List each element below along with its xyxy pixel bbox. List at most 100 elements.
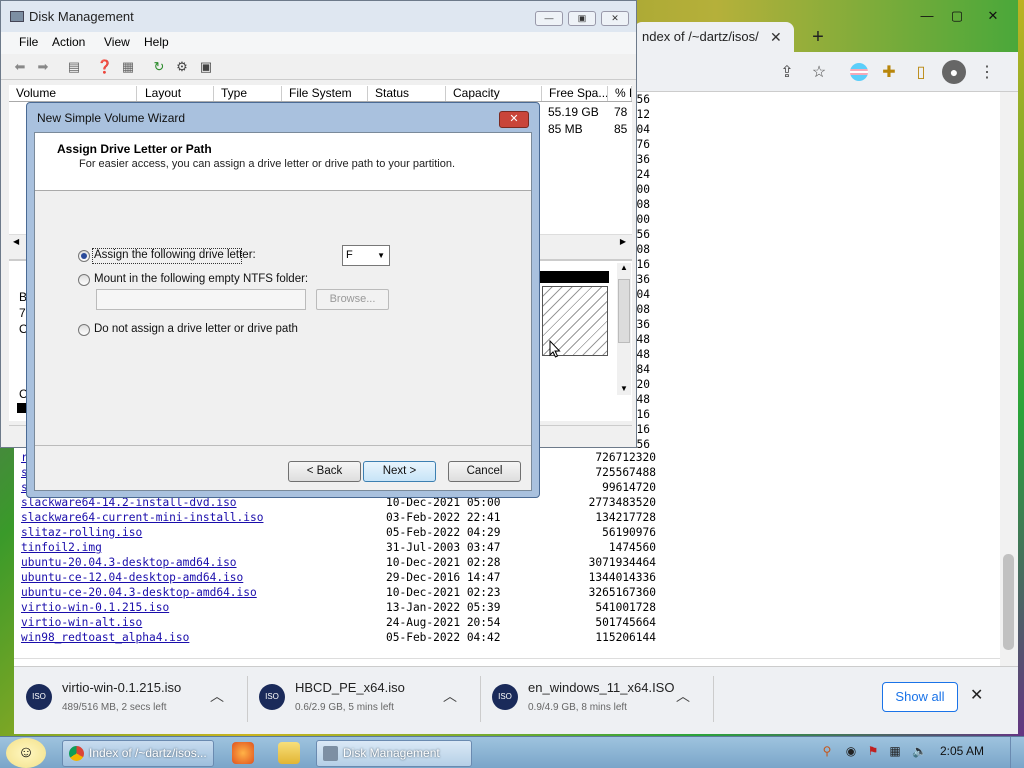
network-icon[interactable]: ▦	[888, 744, 902, 758]
clock[interactable]: 2:05 AM	[940, 744, 984, 758]
mount-folder-radio[interactable]	[78, 274, 90, 286]
close-button[interactable]: ✕	[601, 11, 629, 26]
chrome-minimize-button[interactable]: —	[914, 8, 940, 24]
file-link[interactable]: ubuntu-ce-12.04-desktop-amd64.iso	[21, 571, 243, 584]
no-letter-radio[interactable]	[78, 324, 90, 336]
no-letter-label[interactable]: Do not assign a drive letter or drive pa…	[94, 323, 298, 335]
file-link[interactable]: ubuntu-20.04.3-desktop-amd64.iso	[21, 556, 237, 569]
mouse-cursor-icon	[549, 340, 561, 358]
folder-icon[interactable]	[278, 742, 300, 764]
refresh-icon[interactable]: ↻	[150, 58, 168, 76]
search-icon[interactable]: ⚲	[820, 744, 834, 758]
drive-letter-select[interactable]: F ▼	[342, 245, 390, 266]
file-link[interactable]: win98_redtoast_alpha4.iso	[21, 631, 189, 644]
tab-title: ndex of /~dartz/isos/	[642, 29, 759, 44]
ntfs-folder-input[interactable]	[96, 289, 306, 310]
column-status[interactable]: Status	[368, 86, 446, 101]
back-arrow-icon[interactable]: ⬅	[11, 58, 29, 76]
scroll-right-icon[interactable]: ▶	[620, 237, 626, 246]
maximize-button[interactable]: ▣	[568, 11, 596, 26]
download-item[interactable]: ISO virtio-win-0.1.215.iso 489/516 MB, 2 s…	[14, 674, 244, 722]
tab-close-icon[interactable]: ✕	[770, 22, 790, 52]
assign-letter-label[interactable]: Assign the following drive letter:	[94, 249, 256, 261]
start-button[interactable]: ☺	[6, 738, 46, 768]
disk-management-app-icon	[10, 11, 24, 22]
taskbar-disk-management-button[interactable]: Disk Management	[316, 740, 472, 767]
next-button[interactable]: Next >	[363, 461, 436, 482]
properties-icon[interactable]: ▦	[119, 58, 137, 76]
flag-icon[interactable]	[850, 63, 868, 81]
chevron-up-icon[interactable]: ︿	[210, 686, 224, 706]
menu-view[interactable]: View	[104, 35, 130, 49]
listing-row: ubuntu-ce-12.04-desktop-amd64.iso 29-Dec-…	[21, 570, 656, 585]
column-type[interactable]: Type	[214, 86, 282, 101]
taskbar-chrome-button[interactable]: Index of /~dartz/isos...	[62, 740, 214, 767]
settings-icon[interactable]: ⚙	[173, 58, 191, 76]
disk-view-scroll-thumb[interactable]	[618, 279, 630, 343]
volume-free-space: 55.19 GB	[548, 105, 599, 119]
file-date: 13-Jan-2022 05:39	[386, 601, 501, 614]
column-volume[interactable]: Volume	[9, 86, 137, 101]
show-desktop-button[interactable]	[1010, 737, 1024, 768]
cancel-button[interactable]: Cancel	[448, 461, 521, 482]
menu-bar: File Action View Help	[1, 32, 636, 54]
volume-icon[interactable]: 🔈	[912, 744, 927, 758]
share-icon[interactable]: ⇪	[776, 62, 798, 84]
page-scrollbar-thumb[interactable]	[1003, 554, 1014, 650]
console-tree-icon[interactable]: ▤	[65, 58, 83, 76]
extensions-icon[interactable]: ✚	[878, 62, 900, 84]
profile-icon[interactable]: ●	[942, 60, 966, 84]
new-tab-button[interactable]: +	[806, 22, 830, 52]
file-link[interactable]: virtio-win-alt.iso	[21, 616, 142, 629]
scroll-down-icon[interactable]: ▼	[620, 384, 628, 393]
close-icon[interactable]: ✕	[499, 111, 529, 128]
minimize-button[interactable]: —	[535, 11, 563, 26]
star-icon[interactable]: ☆	[808, 62, 830, 84]
file-link[interactable]: slitaz-rolling.iso	[21, 526, 142, 539]
menu-file[interactable]: File	[19, 35, 38, 49]
tray-app-icon[interactable]: ◉	[844, 744, 858, 758]
menu-action[interactable]: Action	[52, 35, 85, 49]
browse-button[interactable]: Browse...	[316, 289, 389, 310]
volume-list-header: Volume Layout Type File System Status Ca…	[9, 85, 632, 102]
column-capacity[interactable]: Capacity	[446, 86, 542, 101]
file-link[interactable]: ubuntu-ce-20.04.3-desktop-amd64.iso	[21, 586, 257, 599]
partition-header-bar	[539, 271, 609, 283]
file-size: 2773483520	[588, 496, 656, 509]
file-link[interactable]: slackware64-current-mini-install.iso	[21, 511, 263, 524]
sidebar-icon[interactable]: ▯	[910, 62, 932, 84]
column-percent-free[interactable]: % F	[608, 86, 632, 101]
file-link[interactable]: tinfoil2.img	[21, 541, 102, 554]
download-filename: virtio-win-0.1.215.iso	[62, 680, 182, 695]
chrome-close-button[interactable]: ✕	[980, 8, 1006, 24]
rescan-icon[interactable]: ▣	[197, 58, 215, 76]
mount-folder-label[interactable]: Mount in the following empty NTFS folder…	[94, 273, 308, 285]
file-link[interactable]: virtio-win-0.1.215.iso	[21, 601, 169, 614]
menu-icon[interactable]: ⋮	[976, 62, 998, 84]
help-icon[interactable]: ❓	[96, 58, 114, 76]
assign-letter-radio[interactable]	[78, 250, 90, 262]
action-center-icon[interactable]: ⚑	[866, 744, 880, 758]
menu-help[interactable]: Help	[144, 35, 169, 49]
toolbar: ⬅ ➡ ▤ ❓ ▦ ↻ ⚙ ▣	[1, 54, 636, 80]
column-file-system[interactable]: File System	[282, 86, 368, 101]
chrome-maximize-button[interactable]: ▢	[944, 8, 970, 24]
listing-row: slitaz-rolling.iso 05-Feb-2022 04:29 56190…	[21, 525, 656, 540]
firefox-icon[interactable]	[232, 742, 254, 764]
download-item[interactable]: ISO en_windows_11_x64.ISO 0.9/4.9 GB, 8 mi…	[480, 674, 710, 722]
scroll-up-icon[interactable]: ▲	[620, 263, 628, 272]
scroll-left-icon[interactable]: ◀	[13, 237, 19, 246]
download-filename: en_windows_11_x64.ISO	[528, 680, 675, 695]
wizard-header: Assign Drive Letter or Path For easier a…	[35, 133, 531, 191]
column-free-space[interactable]: Free Spa...	[542, 86, 608, 101]
back-button[interactable]: < Back	[288, 461, 361, 482]
chevron-up-icon[interactable]: ︿	[676, 686, 690, 706]
chevron-up-icon[interactable]: ︿	[443, 686, 457, 706]
file-size: 134217728	[595, 511, 656, 524]
download-bar-close-icon[interactable]: ✕	[970, 686, 986, 706]
show-all-button[interactable]: Show all	[882, 682, 958, 712]
listing-footer	[14, 658, 1000, 666]
forward-arrow-icon[interactable]: ➡	[34, 58, 52, 76]
column-layout[interactable]: Layout	[138, 86, 214, 101]
download-item[interactable]: ISO HBCD_PE_x64.iso 0.6/2.9 GB, 5 mins lef…	[247, 674, 477, 722]
